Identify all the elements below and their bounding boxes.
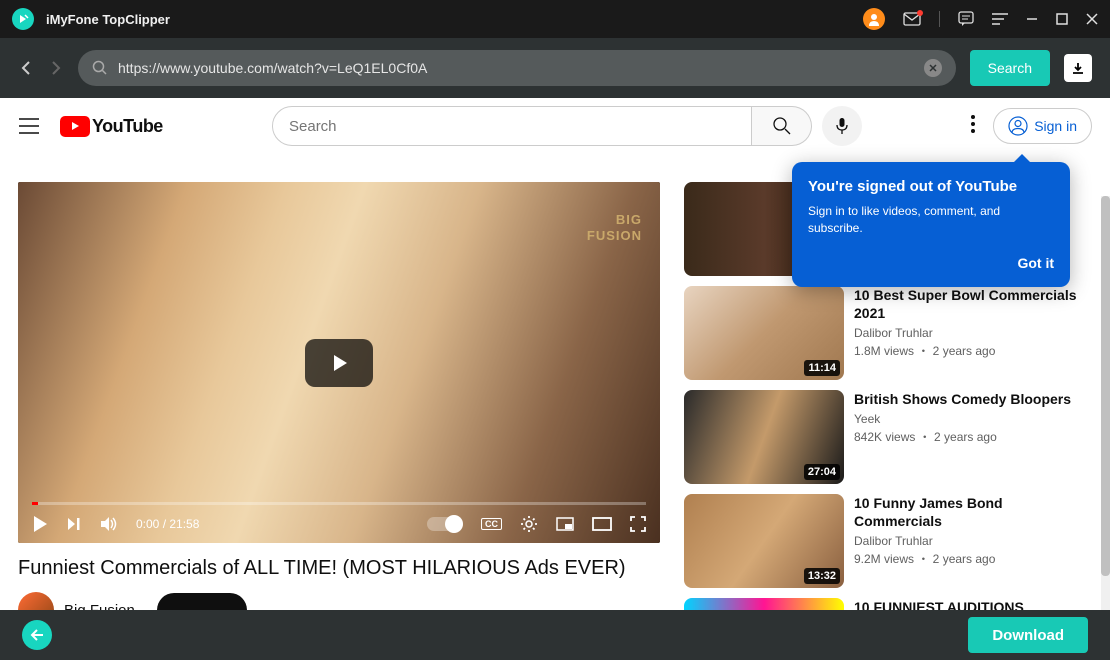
rec-thumbnail[interactable]: 27:04 bbox=[684, 390, 844, 484]
yt-header: YouTube Sign in bbox=[0, 98, 1110, 154]
maximize-button[interactable] bbox=[1056, 13, 1068, 25]
more-icon[interactable] bbox=[971, 115, 975, 138]
autoplay-toggle[interactable] bbox=[427, 517, 463, 531]
video-title: Funniest Commercials of ALL TIME! (MOST … bbox=[18, 557, 660, 580]
rec-channel: Dalibor Truhlar bbox=[854, 326, 1092, 340]
minimize-button[interactable] bbox=[1026, 13, 1038, 25]
duration-badge: 13:32 bbox=[804, 568, 840, 584]
time-display: 0:00 / 21:58 bbox=[136, 517, 199, 531]
rec-info: 10 Best Super Bowl Commercials 2021 Dalib… bbox=[854, 286, 1092, 380]
browser-bar: Search bbox=[0, 38, 1110, 98]
rec-title: 10 Best Super Bowl Commercials 2021 bbox=[854, 286, 1092, 322]
rec-stats: 9.2M views ・ 2 years ago bbox=[854, 550, 1092, 567]
titlebar-left: iMyFone TopClipper bbox=[12, 8, 170, 30]
cc-button[interactable]: CC bbox=[481, 518, 502, 530]
duration-badge: 11:14 bbox=[804, 360, 840, 376]
menu-icon[interactable] bbox=[992, 13, 1008, 25]
duration-badge: 27:04 bbox=[804, 464, 840, 480]
tooltip-got-it-button[interactable]: Got it bbox=[808, 255, 1054, 271]
back-button[interactable] bbox=[22, 620, 52, 650]
downloads-icon[interactable] bbox=[1064, 54, 1092, 82]
recommendation-item[interactable]: 11:14 10 Best Super Bowl Commercials 2021… bbox=[684, 286, 1092, 380]
close-button[interactable] bbox=[1086, 13, 1098, 25]
yt-searchbox bbox=[272, 106, 812, 146]
titlebar: iMyFone TopClipper bbox=[0, 0, 1110, 38]
signin-button[interactable]: Sign in bbox=[993, 108, 1092, 144]
yt-search-button[interactable] bbox=[752, 106, 812, 146]
hamburger-icon[interactable] bbox=[18, 117, 40, 135]
scrollbar[interactable] bbox=[1101, 196, 1110, 610]
miniplayer-icon[interactable] bbox=[556, 517, 574, 531]
mail-icon[interactable] bbox=[903, 12, 921, 26]
yt-search-wrap bbox=[183, 106, 951, 146]
rec-thumbnail[interactable]: 13:32 bbox=[684, 494, 844, 588]
rec-info: 10 FUNNIEST AUDITIONS bbox=[854, 598, 1092, 610]
recommendation-item[interactable]: 13:32 10 Funny James Bond Commercials Dali… bbox=[684, 494, 1092, 588]
youtube-page: YouTube Sign in bbox=[0, 98, 1110, 610]
url-box[interactable] bbox=[78, 50, 956, 86]
separator bbox=[939, 11, 940, 27]
video-meta: Big Fusion bbox=[18, 592, 660, 610]
feedback-icon[interactable] bbox=[958, 11, 974, 27]
rec-thumbnail[interactable] bbox=[684, 598, 844, 610]
titlebar-right bbox=[863, 8, 1098, 30]
recommendation-item[interactable]: 10 FUNNIEST AUDITIONS bbox=[684, 598, 1092, 610]
tooltip-subtitle: Sign in to like videos, comment, and sub… bbox=[808, 203, 1054, 237]
mic-icon[interactable] bbox=[822, 106, 862, 146]
rec-channel: Yeek bbox=[854, 412, 1092, 426]
bottom-bar: Download bbox=[0, 610, 1110, 660]
big-play-button[interactable] bbox=[305, 339, 373, 387]
nav-forward-button[interactable] bbox=[48, 60, 64, 76]
video-player[interactable]: BIG FUSION 0:00 / 21:58 CC bbox=[18, 182, 660, 543]
address-search-button[interactable]: Search bbox=[970, 50, 1050, 86]
url-clear-icon[interactable] bbox=[924, 59, 942, 77]
recommendation-item[interactable]: 27:04 British Shows Comedy Bloopers Yeek 84… bbox=[684, 390, 1092, 484]
yt-search-input[interactable] bbox=[272, 106, 752, 146]
nav-back-button[interactable] bbox=[18, 60, 34, 76]
rec-info: 10 Funny James Bond Commercials Dalibor T… bbox=[854, 494, 1092, 588]
fullscreen-icon[interactable] bbox=[630, 516, 646, 532]
video-watermark: BIG FUSION bbox=[587, 212, 642, 243]
signin-label: Sign in bbox=[1034, 118, 1077, 134]
channel-avatar[interactable] bbox=[18, 592, 54, 610]
channel-name[interactable]: Big Fusion bbox=[64, 602, 135, 611]
video-column: BIG FUSION 0:00 / 21:58 CC bbox=[18, 182, 660, 610]
tooltip-title: You're signed out of YouTube bbox=[808, 178, 1054, 195]
youtube-logo-text: YouTube bbox=[92, 116, 163, 137]
user-avatar[interactable] bbox=[863, 8, 885, 30]
rec-stats: 842K views ・ 2 years ago bbox=[854, 428, 1092, 445]
app-name: iMyFone TopClipper bbox=[46, 12, 170, 27]
settings-icon[interactable] bbox=[520, 515, 538, 533]
app-logo bbox=[12, 8, 34, 30]
next-button[interactable] bbox=[66, 516, 82, 532]
youtube-logo[interactable]: YouTube bbox=[60, 116, 163, 137]
signin-tooltip: You're signed out of YouTube Sign in to … bbox=[792, 162, 1070, 287]
download-button[interactable]: Download bbox=[968, 617, 1088, 653]
subscribe-button[interactable] bbox=[157, 593, 247, 610]
rec-thumbnail[interactable]: 11:14 bbox=[684, 286, 844, 380]
rec-title: 10 FUNNIEST AUDITIONS bbox=[854, 598, 1092, 610]
rec-info: British Shows Comedy Bloopers Yeek 842K vi… bbox=[854, 390, 1092, 484]
yt-header-right: Sign in bbox=[971, 108, 1092, 144]
volume-icon[interactable] bbox=[100, 516, 118, 532]
video-controls: 0:00 / 21:58 CC bbox=[18, 505, 660, 543]
rec-stats: 1.8M views ・ 2 years ago bbox=[854, 342, 1092, 359]
theater-icon[interactable] bbox=[592, 517, 612, 531]
play-button[interactable] bbox=[32, 515, 48, 533]
url-input[interactable] bbox=[118, 60, 914, 76]
rec-channel: Dalibor Truhlar bbox=[854, 534, 1092, 548]
rec-title: British Shows Comedy Bloopers bbox=[854, 390, 1092, 408]
rec-title: 10 Funny James Bond Commercials bbox=[854, 494, 1092, 530]
